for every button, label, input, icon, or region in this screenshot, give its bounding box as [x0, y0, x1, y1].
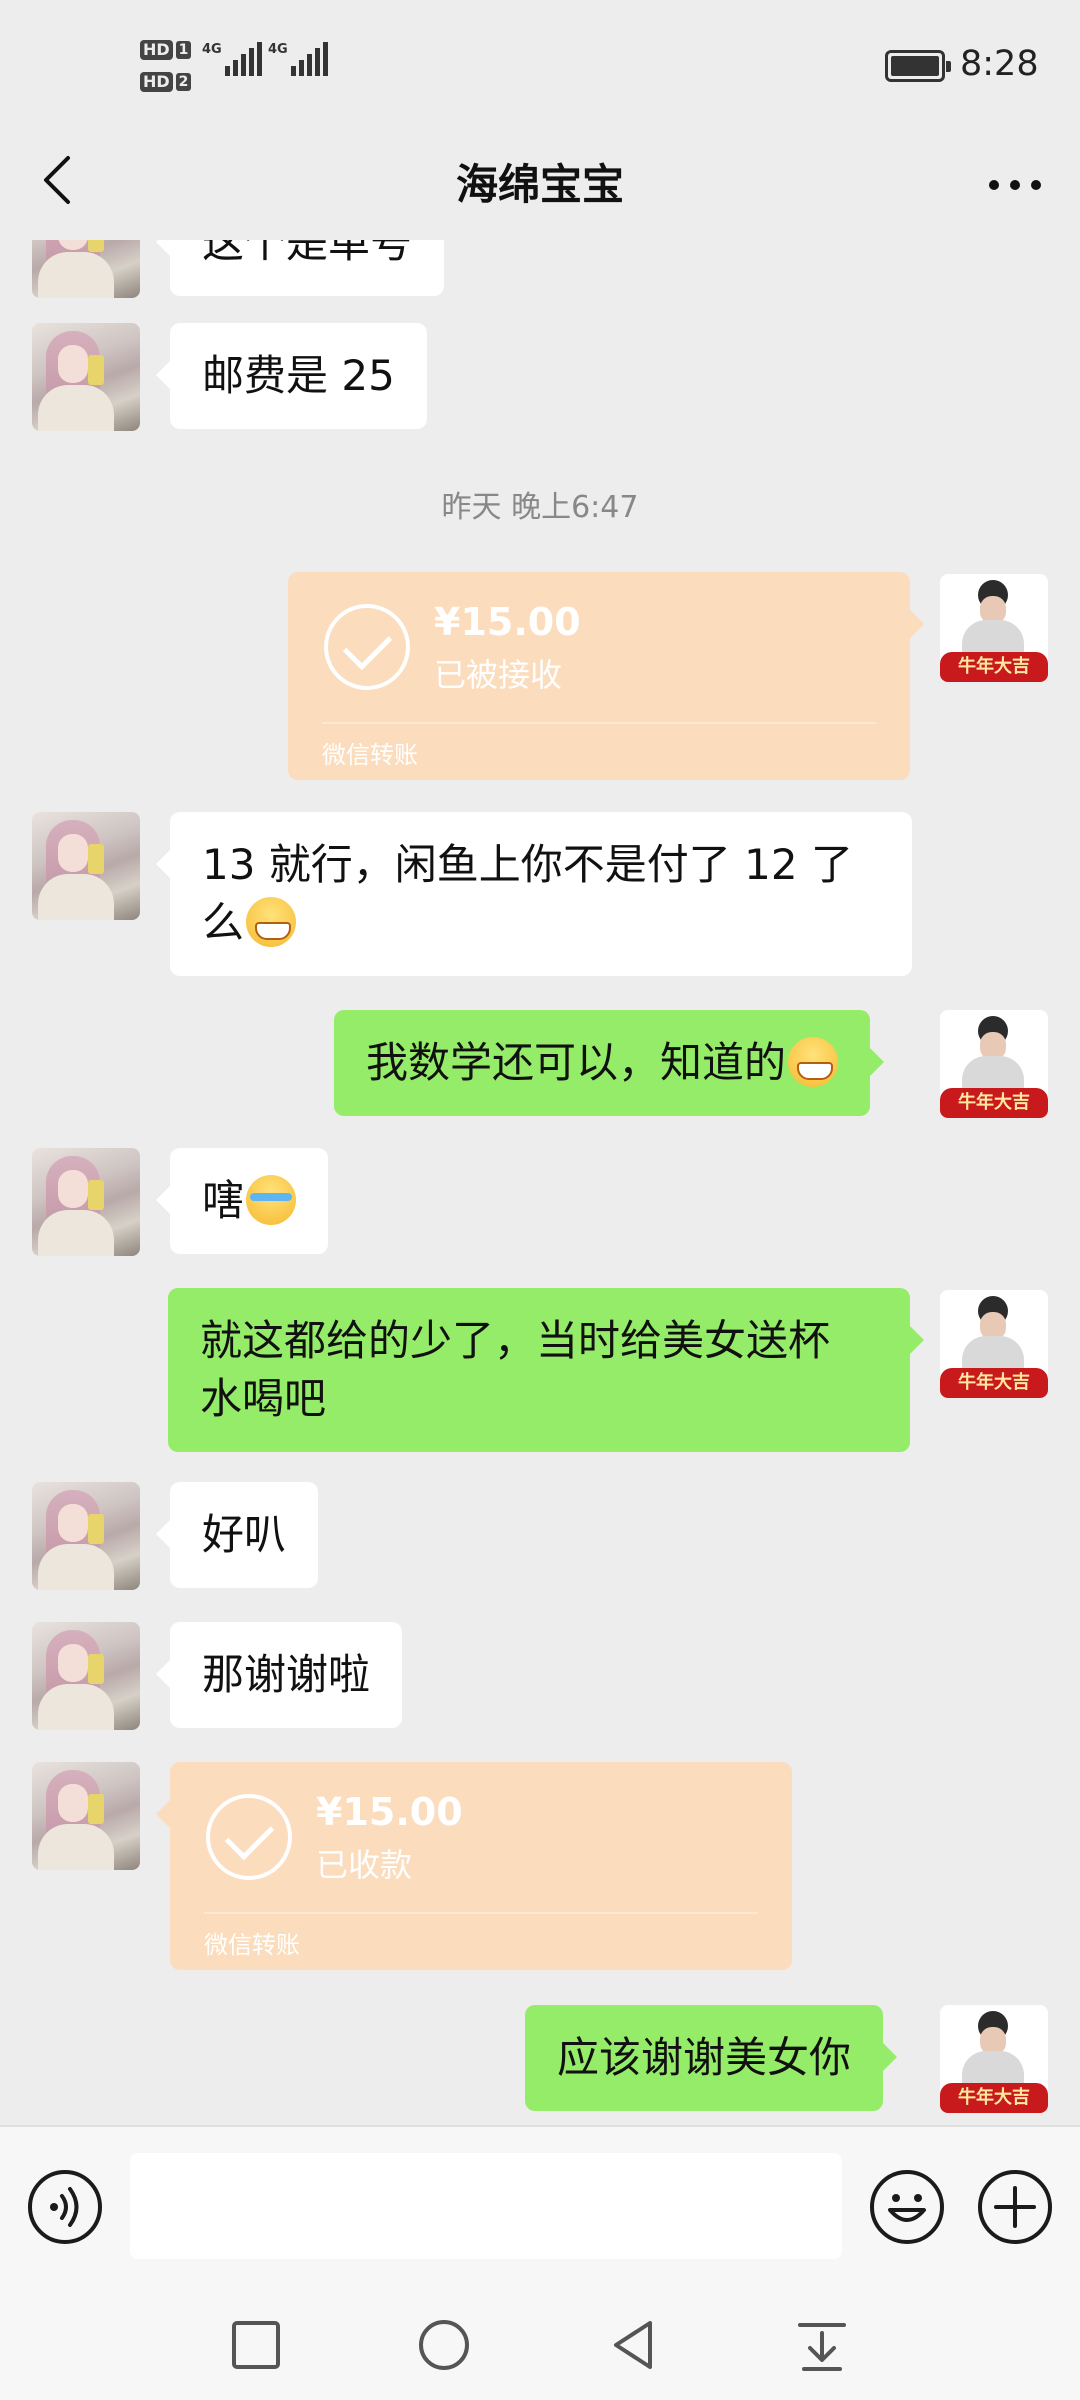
transfer-card-sent[interactable]: ¥15.00 已被接收 微信转账: [288, 572, 924, 780]
message-bubble-received[interactable]: 13 就行，闲鱼上你不是付了 12 了 么: [156, 812, 912, 976]
contact-avatar[interactable]: [32, 240, 140, 298]
message-bubble-received[interactable]: 这个是单号: [155, 240, 445, 296]
contact-avatar[interactable]: [32, 1148, 140, 1256]
check-circle-icon: [206, 1794, 292, 1880]
message-text: 这个是单号: [202, 240, 413, 267]
network-type-label: 4G: [202, 42, 222, 57]
chat-header: 海绵宝宝: [0, 130, 1080, 240]
avatar-banner: 牛年大吉: [940, 652, 1048, 682]
notification-pull-icon[interactable]: [792, 2315, 852, 2375]
message-bubble-sent[interactable]: 我数学还可以，知道的: [334, 1010, 885, 1116]
message-timestamp: 昨天 晚上6:47: [441, 490, 639, 525]
transfer-status: 已被接收: [434, 656, 563, 694]
square-icon[interactable]: [226, 2315, 286, 2375]
contact-avatar[interactable]: [32, 1762, 140, 1870]
message-text: 好叭: [202, 1510, 287, 1559]
avatar-banner: 牛年大吉: [940, 1368, 1048, 1398]
contact-avatar[interactable]: [32, 323, 140, 431]
laugh-cry-emoji: [246, 1175, 297, 1225]
voice-button[interactable]: [28, 2170, 102, 2244]
clock: 8:28: [960, 44, 1039, 84]
triangle-back-icon[interactable]: [604, 2315, 664, 2375]
message-text: 么: [202, 898, 245, 947]
check-circle-icon: [324, 604, 410, 690]
message-text: 13 就行，闲鱼上你不是付了 12 了: [202, 840, 853, 889]
system-nav-bar: [0, 2285, 1080, 2400]
battery-icon: [885, 50, 951, 82]
more-dots-icon: [989, 180, 1041, 190]
emoji-button[interactable]: [870, 2170, 944, 2244]
avatar-banner: 牛年大吉: [940, 2083, 1048, 2113]
more-actions-button[interactable]: [978, 2170, 1052, 2244]
message-list[interactable]: 这个是单号 邮费是 25 昨天 晚上6:47 ¥15.00 已被接收 微信转账 …: [0, 240, 1080, 2125]
sim-indicators: HD 1 HD 2: [140, 36, 192, 100]
my-avatar[interactable]: 牛年大吉: [940, 1290, 1048, 1398]
grin-emoji: [788, 1037, 839, 1087]
status-bar: HD 1 HD 2 4G 4G 8:28: [0, 0, 1080, 130]
message-text: 水喝吧: [200, 1374, 327, 1423]
sim-number: 2: [175, 73, 192, 91]
hd-badge: HD: [140, 72, 173, 92]
message-bubble-received[interactable]: 好叭: [155, 1482, 319, 1588]
message-bubble-received[interactable]: 嗐: [155, 1148, 329, 1254]
my-avatar[interactable]: 牛年大吉: [940, 1010, 1048, 1118]
message-text: 那谢谢啦: [202, 1650, 371, 1699]
message-text: 就这都给的少了，当时给美女送杯: [200, 1316, 831, 1365]
message-text: 邮费是 25: [202, 351, 395, 400]
transfer-footer: 微信转账: [204, 1931, 300, 1959]
message-bubble-sent[interactable]: 就这都给的少了，当时给美女送杯 水喝吧: [168, 1288, 924, 1452]
grin-emoji: [246, 897, 297, 947]
message-text: 我数学还可以，知道的: [366, 1038, 787, 1087]
transfer-card-received[interactable]: ¥15.00 已收款 微信转账: [156, 1762, 792, 1970]
signal-strength-icon: 4G: [202, 42, 265, 76]
hd-badge: HD: [140, 40, 173, 60]
chevron-left-icon: [44, 156, 70, 204]
voice-icon: [50, 2187, 79, 2227]
network-type-label: 4G: [268, 42, 288, 57]
message-bubble-received[interactable]: 邮费是 25: [156, 323, 427, 429]
back-button[interactable]: [30, 150, 90, 210]
contact-avatar[interactable]: [32, 1482, 140, 1590]
transfer-status: 已收款: [316, 1846, 413, 1884]
sim-number: 1: [175, 41, 192, 59]
message-bubble-sent[interactable]: 应该谢谢美女你: [525, 2005, 898, 2111]
signal-strength-icon: 4G: [268, 42, 331, 76]
message-input[interactable]: [130, 2153, 842, 2259]
smiley-icon: [888, 2194, 926, 2222]
message-text: 应该谢谢美女你: [557, 2033, 852, 2082]
chat-title: 海绵宝宝: [455, 160, 624, 209]
contact-avatar[interactable]: [32, 812, 140, 920]
plus-icon: [994, 2186, 1036, 2228]
message-bubble-received[interactable]: 那谢谢啦: [155, 1622, 403, 1728]
transfer-amount: ¥15.00: [316, 1790, 463, 1834]
circle-icon[interactable]: [414, 2315, 474, 2375]
avatar-banner: 牛年大吉: [940, 1088, 1048, 1118]
input-bar: [0, 2125, 1080, 2285]
transfer-amount: ¥15.00: [434, 600, 581, 644]
message-text: 嗐: [202, 1176, 245, 1225]
more-button[interactable]: [980, 160, 1050, 210]
my-avatar[interactable]: 牛年大吉: [940, 2005, 1048, 2113]
my-avatar[interactable]: 牛年大吉: [940, 574, 1048, 682]
contact-avatar[interactable]: [32, 1622, 140, 1730]
transfer-footer: 微信转账: [322, 741, 418, 769]
